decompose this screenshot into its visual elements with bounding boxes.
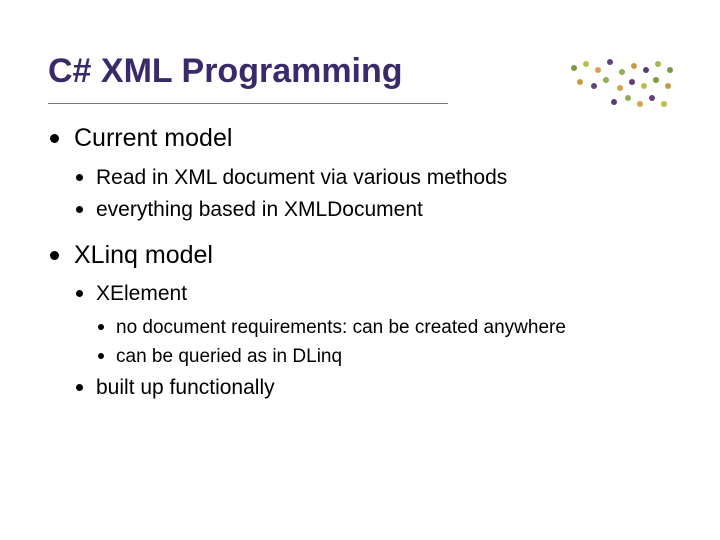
title-rule [48, 103, 448, 104]
list-item: XLinq model XElement no document require… [48, 239, 672, 403]
bullet-text: everything based in XMLDocument [96, 198, 423, 221]
sub-sub-list: no document requirements: can be created… [96, 315, 672, 370]
bullet-text: can be queried as in DLinq [116, 346, 342, 367]
bullet-text: Current model [74, 124, 232, 152]
bullet-list: Current model Read in XML document via v… [48, 122, 672, 402]
sub-list: XElement no document requirements: can b… [74, 280, 672, 402]
list-item: Read in XML document via various methods [74, 164, 672, 192]
bullet-text: XElement [96, 282, 187, 305]
slide-title: C# XML Programming [48, 52, 672, 95]
list-item: can be queried as in DLinq [96, 344, 672, 370]
bullet-text: no document requirements: can be created… [116, 317, 566, 338]
list-item: no document requirements: can be created… [96, 315, 672, 341]
list-item: Current model Read in XML document via v… [48, 122, 672, 224]
sub-list: Read in XML document via various methods… [74, 164, 672, 225]
list-item: XElement no document requirements: can b… [74, 280, 672, 370]
list-item: everything based in XMLDocument [74, 196, 672, 224]
list-item: built up functionally [74, 374, 672, 402]
bullet-text: XLinq model [74, 241, 213, 269]
bullet-text: Read in XML document via various methods [96, 166, 507, 189]
bullet-text: built up functionally [96, 376, 275, 399]
slide: C# XML Programming Current model [0, 0, 720, 540]
